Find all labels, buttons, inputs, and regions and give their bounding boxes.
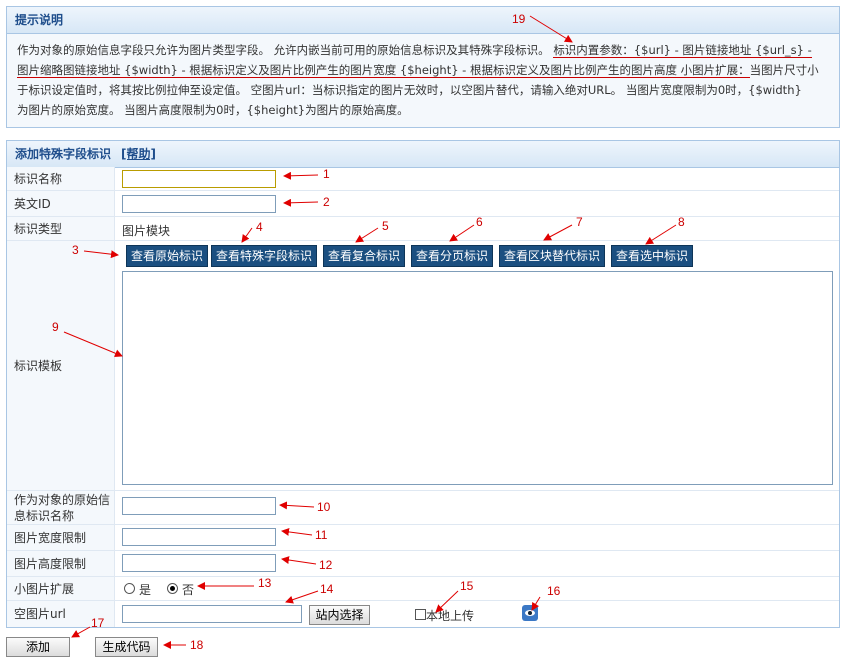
annotation-18: 18	[190, 638, 204, 652]
annotation-14: 14	[320, 582, 334, 596]
form-title: 添加特殊字段标识	[15, 147, 112, 161]
yes-label: 是	[139, 583, 152, 597]
yes-radio[interactable]	[124, 583, 135, 594]
annotation-9: 9	[52, 320, 59, 334]
width-label: 图片宽度限制	[7, 525, 115, 550]
no-label: 否	[182, 583, 195, 597]
annotation-11: 11	[315, 528, 328, 542]
annotation-7: 7	[576, 215, 583, 229]
local-upload-checkbox[interactable]	[415, 609, 426, 620]
view-composite-button[interactable]: 查看复合标识	[323, 245, 406, 267]
source-input[interactable]	[122, 497, 276, 515]
help-link[interactable]: [帮助]	[121, 147, 156, 161]
annotation-19: 19	[512, 12, 526, 26]
row-empty: 空图片url 站内选择 本地上传	[7, 601, 839, 627]
row-small: 小图片扩展 是 否	[7, 577, 839, 601]
en-input[interactable]	[122, 195, 276, 213]
annotation-3: 3	[72, 243, 79, 257]
preview-eye-icon[interactable]	[522, 605, 538, 621]
view-paging-button[interactable]: 查看分页标识	[411, 245, 494, 267]
view-special-button[interactable]: 查看特殊字段标识	[211, 245, 318, 267]
annotation-2: 2	[323, 195, 330, 209]
small-label: 小图片扩展	[7, 577, 115, 600]
template-label: 标识模板	[7, 241, 115, 490]
row-type: 标识类型 图片模块	[7, 217, 839, 241]
tips-line3: 于标识设定值时，将其按比例拉伸至设定值。 空图片url：当标识指定的图片无效时，…	[17, 83, 802, 97]
type-value: 图片模块	[122, 224, 171, 238]
template-textarea[interactable]	[122, 271, 833, 485]
row-source: 作为对象的原始信息标识名称	[7, 491, 839, 525]
tips-line1: 作为对象的原始信息字段只允许为图片类型字段。 允许内嵌当前可用的原始信息标识及其…	[17, 43, 550, 57]
row-name: 标识名称	[7, 167, 839, 191]
empty-url-input[interactable]	[122, 605, 302, 623]
form-panel: 添加特殊字段标识 [帮助] 标识名称 英文ID 标识类型 图片模块 标识模板 查看…	[6, 140, 840, 628]
name-input[interactable]	[122, 170, 276, 188]
add-button[interactable]: 添加	[6, 637, 70, 657]
view-original-button[interactable]: 查看原始标识	[126, 245, 209, 267]
annotation-15: 15	[460, 579, 474, 593]
arrow-17	[71, 626, 91, 638]
source-label: 作为对象的原始信息标识名称	[7, 491, 115, 524]
name-label: 标识名称	[7, 167, 115, 190]
row-width: 图片宽度限制	[7, 525, 839, 551]
annotation-5: 5	[382, 219, 389, 233]
tips-body: 作为对象的原始信息字段只允许为图片类型字段。 允许内嵌当前可用的原始信息标识及其…	[7, 34, 839, 120]
form-title-bar: 添加特殊字段标识 [帮助]	[7, 141, 839, 168]
annotation-16: 16	[547, 584, 561, 598]
local-upload-label: 本地上传	[426, 609, 475, 623]
en-label: 英文ID	[7, 191, 115, 216]
annotation-8: 8	[678, 215, 685, 229]
type-label: 标识类型	[7, 217, 115, 240]
annotation-10: 10	[317, 500, 331, 514]
annotation-13: 13	[258, 576, 272, 590]
site-select-button[interactable]: 站内选择	[309, 605, 370, 625]
annotation-17: 17	[91, 616, 105, 630]
view-block-button[interactable]: 查看区块替代标识	[499, 245, 606, 267]
annotation-4: 4	[256, 220, 263, 234]
width-input[interactable]	[122, 528, 276, 546]
tips-line4: 为图片的原始宽度。 当图片高度限制为0时，{$height}为图片的原始高度。	[17, 103, 409, 117]
tips-params: 标识内置参数：{$url} - 图片链接地址 {$url_s} -	[553, 43, 812, 58]
height-label: 图片高度限制	[7, 551, 115, 576]
tips-params-cont: 图片缩略图链接地址 {$width} - 根据标识定义及图片比例产生的图片宽度 …	[17, 63, 750, 78]
tips-title: 提示说明	[7, 7, 839, 34]
annotation-6: 6	[476, 215, 483, 229]
tips-line2: 当图片尺寸小	[749, 63, 819, 77]
row-en: 英文ID	[7, 191, 839, 217]
row-height: 图片高度限制	[7, 551, 839, 577]
tips-panel: 提示说明 作为对象的原始信息字段只允许为图片类型字段。 允许内嵌当前可用的原始信…	[6, 6, 840, 128]
no-radio[interactable]	[167, 583, 178, 594]
height-input[interactable]	[122, 554, 276, 572]
gen-code-button[interactable]: 生成代码	[95, 637, 158, 657]
annotation-12: 12	[319, 558, 333, 572]
view-selected-button[interactable]: 查看选中标识	[611, 245, 694, 267]
annotation-1: 1	[323, 167, 330, 181]
row-template: 标识模板 查看原始标识 查看特殊字段标识 查看复合标识 查看分页标识 查看区块替…	[7, 241, 839, 491]
